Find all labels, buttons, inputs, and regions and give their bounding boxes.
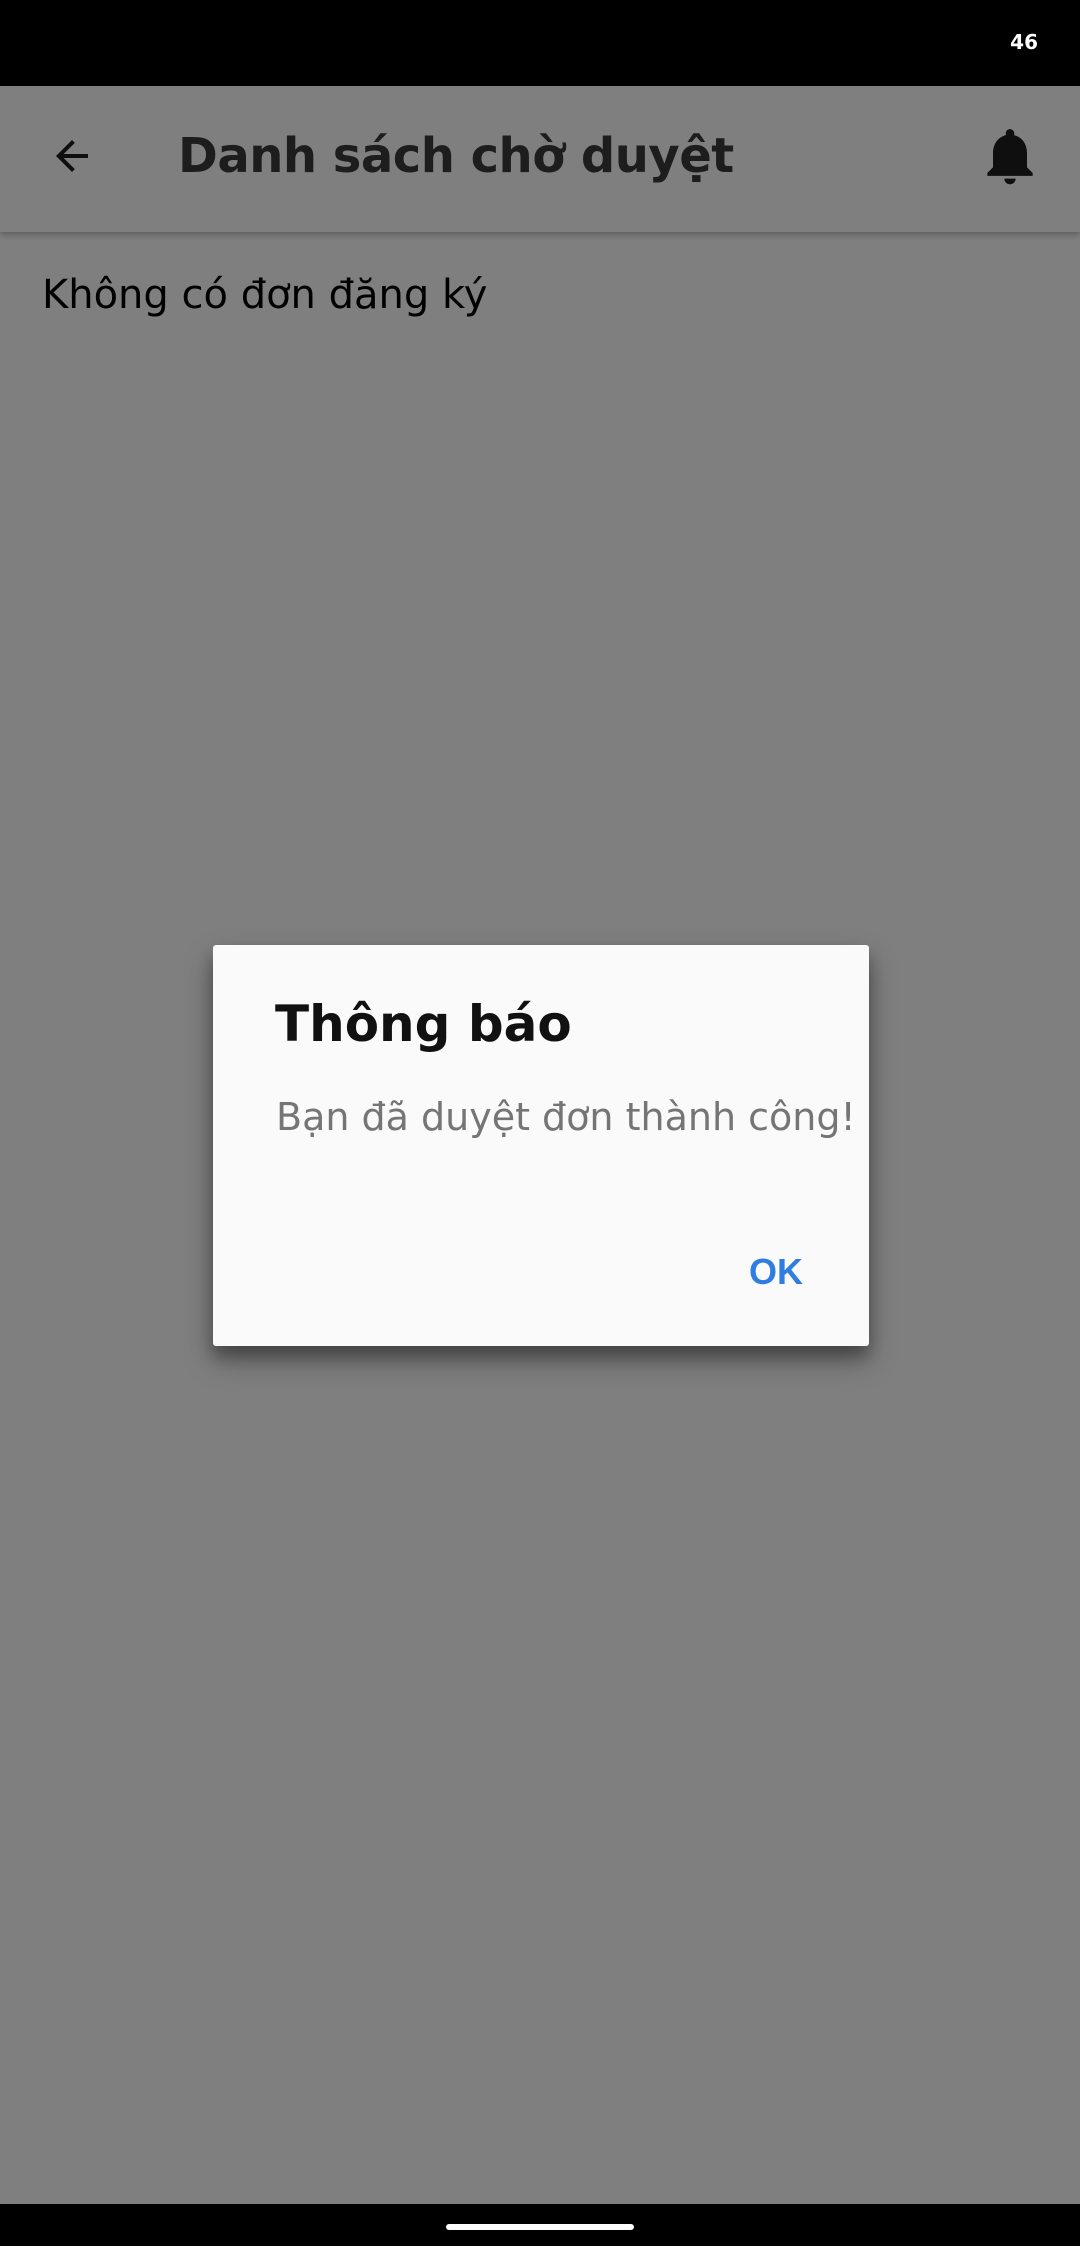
- alert-dialog: Thông báo Bạn đã duyệt đơn thành công! O…: [213, 945, 869, 1346]
- dialog-title: Thông báo: [275, 995, 572, 1053]
- signal-indicator: 46: [1010, 30, 1038, 54]
- status-bar: 46: [0, 0, 1080, 86]
- navigation-bar: [0, 2204, 1080, 2246]
- home-indicator[interactable]: [446, 2224, 634, 2230]
- ok-button[interactable]: OK: [739, 1245, 813, 1299]
- dialog-message: Bạn đã duyệt đơn thành công!: [276, 1095, 856, 1139]
- screen: 46 Danh sách chờ duyệt Không có đơn đăng…: [0, 0, 1080, 2246]
